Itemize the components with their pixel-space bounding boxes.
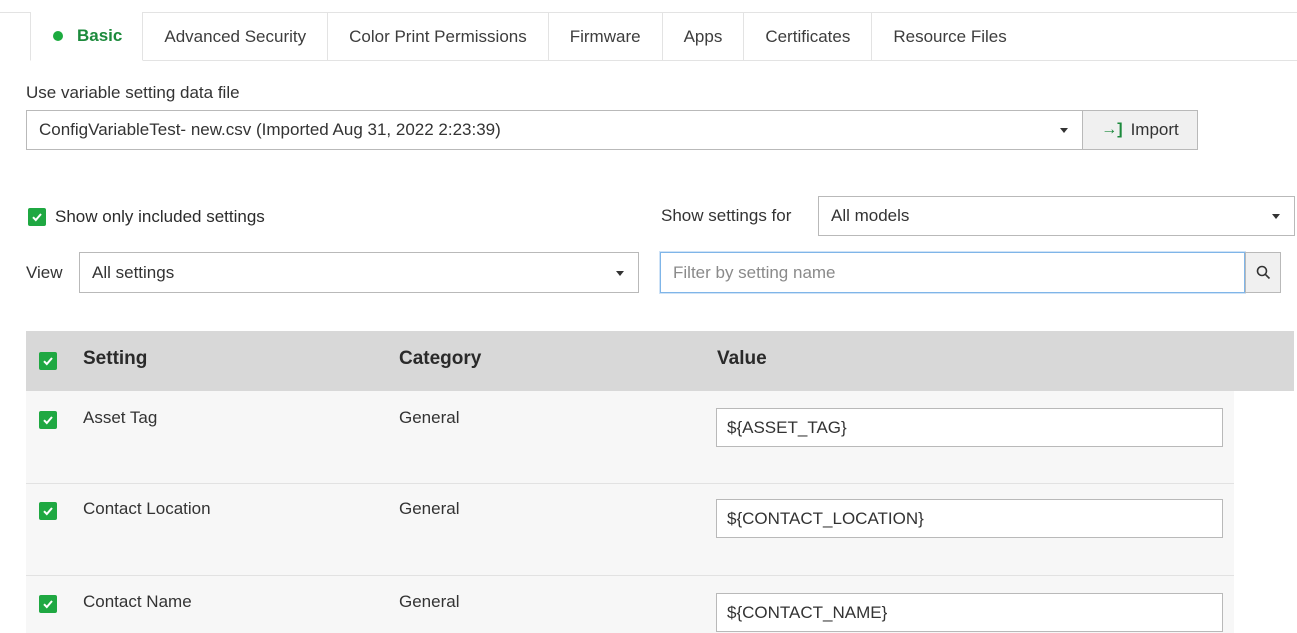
header-category[interactable]: Category — [399, 348, 481, 370]
row-value: ${CONTACT_LOCATION} — [727, 508, 924, 528]
row-value: ${ASSET_TAG} — [727, 417, 847, 437]
row-category: General — [399, 499, 460, 518]
tab-advanced-security[interactable]: Advanced Security — [143, 13, 329, 60]
select-all-checkbox[interactable] — [39, 352, 57, 370]
tab-certificates[interactable]: Certificates — [744, 13, 873, 60]
view-select[interactable]: All settings — [79, 252, 639, 293]
row-setting: Contact Location — [83, 499, 211, 518]
row-setting: Contact Name — [83, 592, 192, 611]
row-value: ${CONTACT_NAME} — [727, 602, 888, 622]
tab-label: Firmware — [569, 26, 641, 46]
variable-file-select[interactable]: ConfigVariableTest- new.csv (Imported Au… — [26, 110, 1083, 150]
tab-label: Resource Files — [893, 26, 1007, 46]
tab-color-print-permissions[interactable]: Color Print Permissions — [328, 13, 549, 60]
show-settings-for-value: All models — [831, 206, 910, 225]
tab-resource-files[interactable]: Resource Files — [872, 13, 1027, 60]
row-category: General — [399, 592, 460, 611]
active-dot-icon — [53, 31, 63, 41]
tab-firmware[interactable]: Firmware — [549, 13, 663, 60]
settings-table: Setting Category Value Asset Tag General… — [26, 331, 1294, 633]
search-button[interactable] — [1245, 252, 1281, 293]
tab-apps[interactable]: Apps — [663, 13, 745, 60]
chevron-down-icon — [1272, 214, 1280, 219]
row-value-input[interactable]: ${CONTACT_NAME} — [716, 593, 1223, 632]
tab-label: Apps — [683, 26, 723, 46]
search-icon — [1256, 265, 1270, 280]
row-category: General — [399, 408, 460, 427]
view-label: View — [26, 263, 63, 282]
row-checkbox[interactable] — [39, 502, 57, 520]
variable-file-value: ConfigVariableTest- new.csv (Imported Au… — [39, 120, 501, 139]
tab-label: Basic — [77, 26, 123, 45]
chevron-down-icon — [616, 270, 624, 276]
filter-input[interactable]: Filter by setting name — [660, 252, 1245, 293]
row-value-input[interactable]: ${ASSET_TAG} — [716, 408, 1223, 447]
table-header: Setting Category Value — [26, 331, 1294, 391]
header-value[interactable]: Value — [717, 348, 767, 370]
tab-label: Certificates — [765, 26, 851, 46]
import-button[interactable]: →] Import — [1082, 110, 1198, 150]
show-only-included-label: Show only included settings — [55, 207, 265, 226]
row-setting: Asset Tag — [83, 408, 158, 427]
header-setting[interactable]: Setting — [83, 348, 147, 370]
import-arrow-icon: →] — [1101, 121, 1123, 138]
filter-placeholder: Filter by setting name — [673, 262, 836, 282]
tab-basic[interactable]: Basic — [30, 12, 144, 61]
table-row: Contact Location General ${CONTACT_LOCAT… — [26, 484, 1234, 576]
import-label: Import — [1130, 120, 1179, 139]
table-row: Asset Tag General ${ASSET_TAG} — [26, 391, 1234, 484]
settings-tabs: Basic Advanced Security Color Print Perm… — [0, 12, 1297, 61]
row-checkbox[interactable] — [39, 595, 57, 613]
row-checkbox[interactable] — [39, 411, 57, 429]
row-value-input[interactable]: ${CONTACT_LOCATION} — [716, 499, 1223, 538]
chevron-down-icon — [1060, 128, 1068, 133]
view-value: All settings — [92, 262, 175, 282]
table-row: Contact Name General ${CONTACT_NAME} — [26, 576, 1234, 633]
show-settings-for-select[interactable]: All models — [818, 196, 1295, 236]
show-settings-for-label: Show settings for — [661, 206, 792, 225]
show-only-included-toggle[interactable]: Show only included settings — [28, 207, 265, 227]
tab-label: Advanced Security — [164, 26, 307, 46]
tab-label: Color Print Permissions — [349, 26, 527, 46]
variable-file-label: Use variable setting data file — [26, 83, 240, 102]
checkbox-checked-icon[interactable] — [28, 208, 46, 226]
